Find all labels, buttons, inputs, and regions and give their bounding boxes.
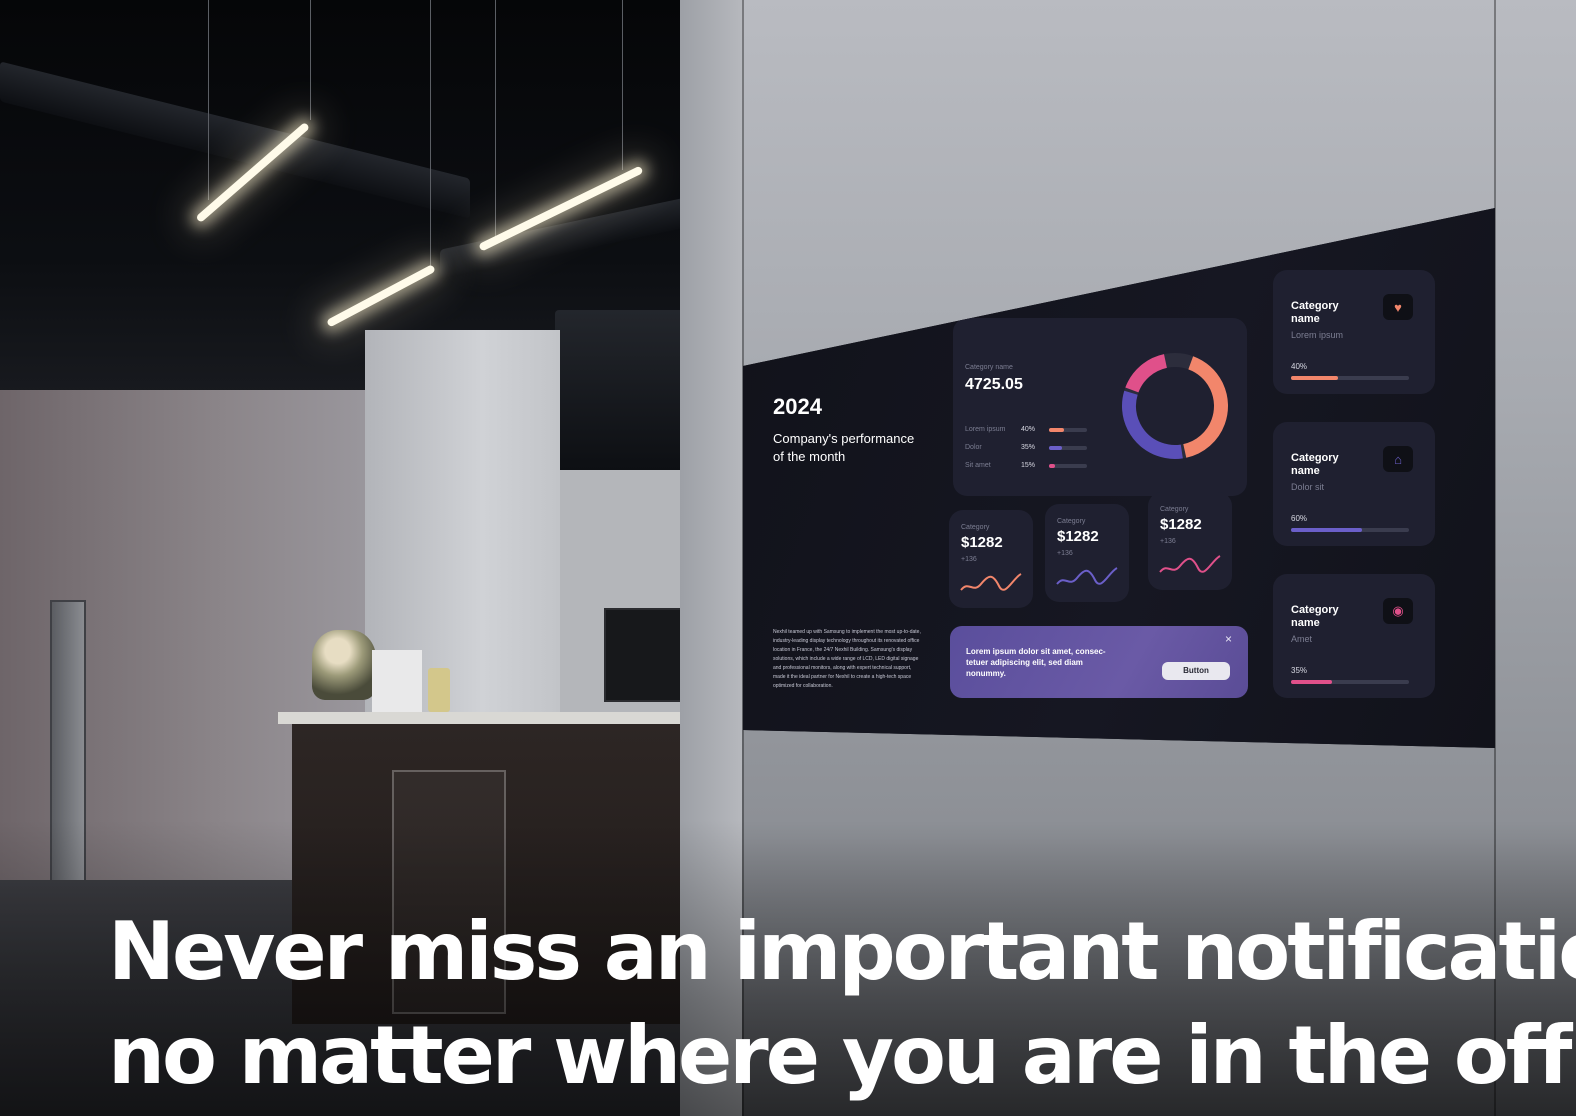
ceiling-duct: [0, 61, 470, 219]
stat-delta: +136: [1057, 550, 1073, 557]
stat-label: Category: [1160, 506, 1189, 513]
close-icon[interactable]: ×: [1225, 632, 1232, 646]
notification-banner: Lorem ipsum dolor sit amet, consec- tetu…: [950, 626, 1248, 698]
summary-row-label: Dolor: [965, 444, 982, 451]
category-title: Category name: [1291, 604, 1339, 630]
summary-row-percent: 40%: [1021, 426, 1036, 433]
headline-line-1: Never miss an important notification,: [108, 905, 1576, 998]
summary-row-bar-fill: [1049, 446, 1063, 450]
stat-sparkline: [1056, 567, 1118, 585]
category-tile: Category name Lorem ipsum ♥ 40%: [1273, 270, 1435, 394]
summary-row-bar: [1049, 446, 1087, 450]
stat-sparkline: [1159, 555, 1221, 573]
stat-label: Category: [1057, 518, 1086, 525]
stat-tile: Category $1282 +136: [949, 510, 1033, 608]
ceiling-lamp: [326, 264, 436, 328]
notification-line-1: Lorem ipsum dolor sit amet, consec-: [966, 647, 1106, 656]
category-title-line-2: name: [1291, 313, 1320, 325]
category-tile: Category name Dolor sit ⌂ 60%: [1273, 422, 1435, 546]
lamp-wire: [622, 0, 623, 170]
category-bar-fill: [1291, 376, 1339, 380]
stat-label: Category: [961, 524, 990, 531]
category-bar: [1291, 680, 1409, 684]
summary-row-label: Lorem ipsum: [965, 426, 1006, 433]
category-bar-fill: [1291, 680, 1333, 684]
category-subtitle: Lorem ipsum: [1291, 330, 1344, 340]
category-bar: [1291, 528, 1409, 532]
ceiling-duct: [555, 310, 685, 470]
ceiling: [0, 0, 720, 470]
notification-button[interactable]: Button: [1162, 662, 1230, 680]
flower-arrangement: [312, 630, 376, 700]
category-title-line-1: Category: [1291, 300, 1339, 312]
summary-tile: Category name 4725.05 Lorem ipsum 40% Do…: [953, 318, 1247, 496]
subtitle-line-1: Company's performance: [773, 431, 915, 446]
dashboard-year: 2024: [773, 394, 822, 419]
category-subtitle: Amet: [1291, 634, 1313, 644]
summary-value: 4725.05: [965, 376, 1023, 393]
summary-row-bar: [1049, 464, 1087, 468]
lamp-wire: [430, 0, 431, 270]
dashboard-subtitle: Company's performance of the month: [773, 430, 914, 466]
stat-value: $1282: [961, 534, 1003, 551]
category-percent: 35%: [1291, 666, 1308, 675]
category-title-line-1: Category: [1291, 452, 1339, 464]
category-title-line-1: Category: [1291, 604, 1339, 616]
summary-row-bar: [1049, 428, 1087, 432]
home-icon[interactable]: ⌂: [1383, 446, 1413, 472]
stat-value: $1282: [1160, 516, 1202, 533]
summary-label: Category name: [965, 364, 1013, 371]
category-title-line-2: name: [1291, 617, 1320, 629]
summary-row-label: Sit amet: [965, 462, 991, 469]
headline: Never miss an important notification, no…: [108, 900, 1576, 1108]
lamp-wire: [310, 0, 311, 120]
category-bar: [1291, 376, 1409, 380]
stat-tile: Category $1282 +136: [1045, 504, 1129, 602]
stat-delta: +136: [961, 556, 977, 563]
office-scene: 2024 Company's performance of the month …: [0, 0, 1576, 1116]
summary-row-bar-fill: [1049, 428, 1065, 432]
category-percent: 40%: [1291, 362, 1308, 371]
category-title: Category name: [1291, 452, 1339, 478]
summary-row-bar-fill: [1049, 464, 1055, 468]
category-title: Category name: [1291, 300, 1339, 326]
summary-row-percent: 15%: [1021, 462, 1036, 469]
donut-chart: [1122, 353, 1228, 459]
desk-monitor: [604, 608, 682, 702]
stat-value: $1282: [1057, 528, 1099, 545]
stat-sparkline: [960, 573, 1022, 591]
category-bar-fill: [1291, 528, 1362, 532]
headline-line-2: no matter where you are in the office: [108, 1009, 1576, 1102]
reception-counter-top: [278, 712, 680, 724]
stat-delta: +136: [1160, 538, 1176, 545]
camera-icon[interactable]: ◉: [1383, 598, 1413, 624]
category-percent: 60%: [1291, 514, 1308, 523]
notification-line-3: nonummy.: [966, 669, 1006, 678]
lamp-wire: [208, 0, 209, 200]
category-tile: Category name Amet ◉ 35%: [1273, 574, 1435, 698]
card-stand: [372, 650, 422, 712]
subtitle-line-2: of the month: [773, 449, 846, 464]
heart-icon[interactable]: ♥: [1383, 294, 1413, 320]
category-title-line-2: name: [1291, 465, 1320, 477]
category-subtitle: Dolor sit: [1291, 482, 1325, 492]
stat-tile: Category $1282 +136: [1148, 492, 1232, 590]
dashboard-body-text: Nexhil teamed up with Samsung to impleme…: [773, 629, 921, 689]
lamp-wire: [495, 0, 496, 240]
notification-line-2: tetuer adipiscing elit, sed diam: [966, 658, 1083, 667]
decor-bottle: [428, 668, 450, 712]
notification-text: Lorem ipsum dolor sit amet, consec- tetu…: [966, 646, 1106, 679]
summary-row-percent: 35%: [1021, 444, 1036, 451]
